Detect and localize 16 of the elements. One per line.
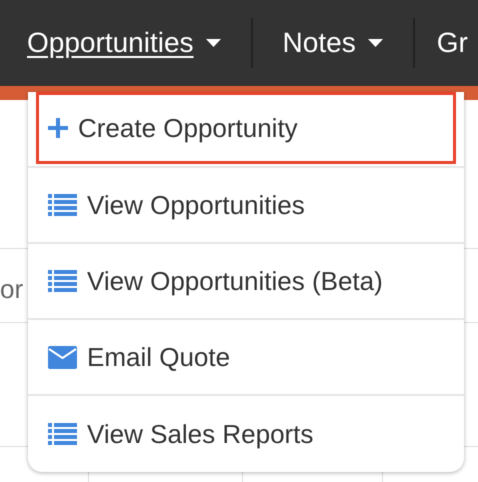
envelope-icon xyxy=(48,346,77,368)
menu-item[interactable]: View Sales Reports xyxy=(28,396,464,472)
nav-item[interactable]: Gr xyxy=(414,0,468,86)
list-icon xyxy=(48,270,77,292)
plus-icon xyxy=(48,118,68,138)
caret-icon xyxy=(206,39,221,47)
menu-item[interactable]: View Opportunities xyxy=(28,168,464,242)
menu-item[interactable]: Email Quote xyxy=(28,320,464,394)
nav-item[interactable]: Opportunities xyxy=(0,18,253,68)
menu-item[interactable]: Create Opportunity xyxy=(36,92,456,164)
menu-item[interactable]: View Opportunities (Beta) xyxy=(28,244,464,318)
nav-item[interactable]: Notes xyxy=(252,18,415,68)
caret-icon xyxy=(368,39,383,47)
page-text: or xyxy=(0,273,24,306)
list-icon xyxy=(48,423,77,445)
list-icon xyxy=(48,194,77,216)
